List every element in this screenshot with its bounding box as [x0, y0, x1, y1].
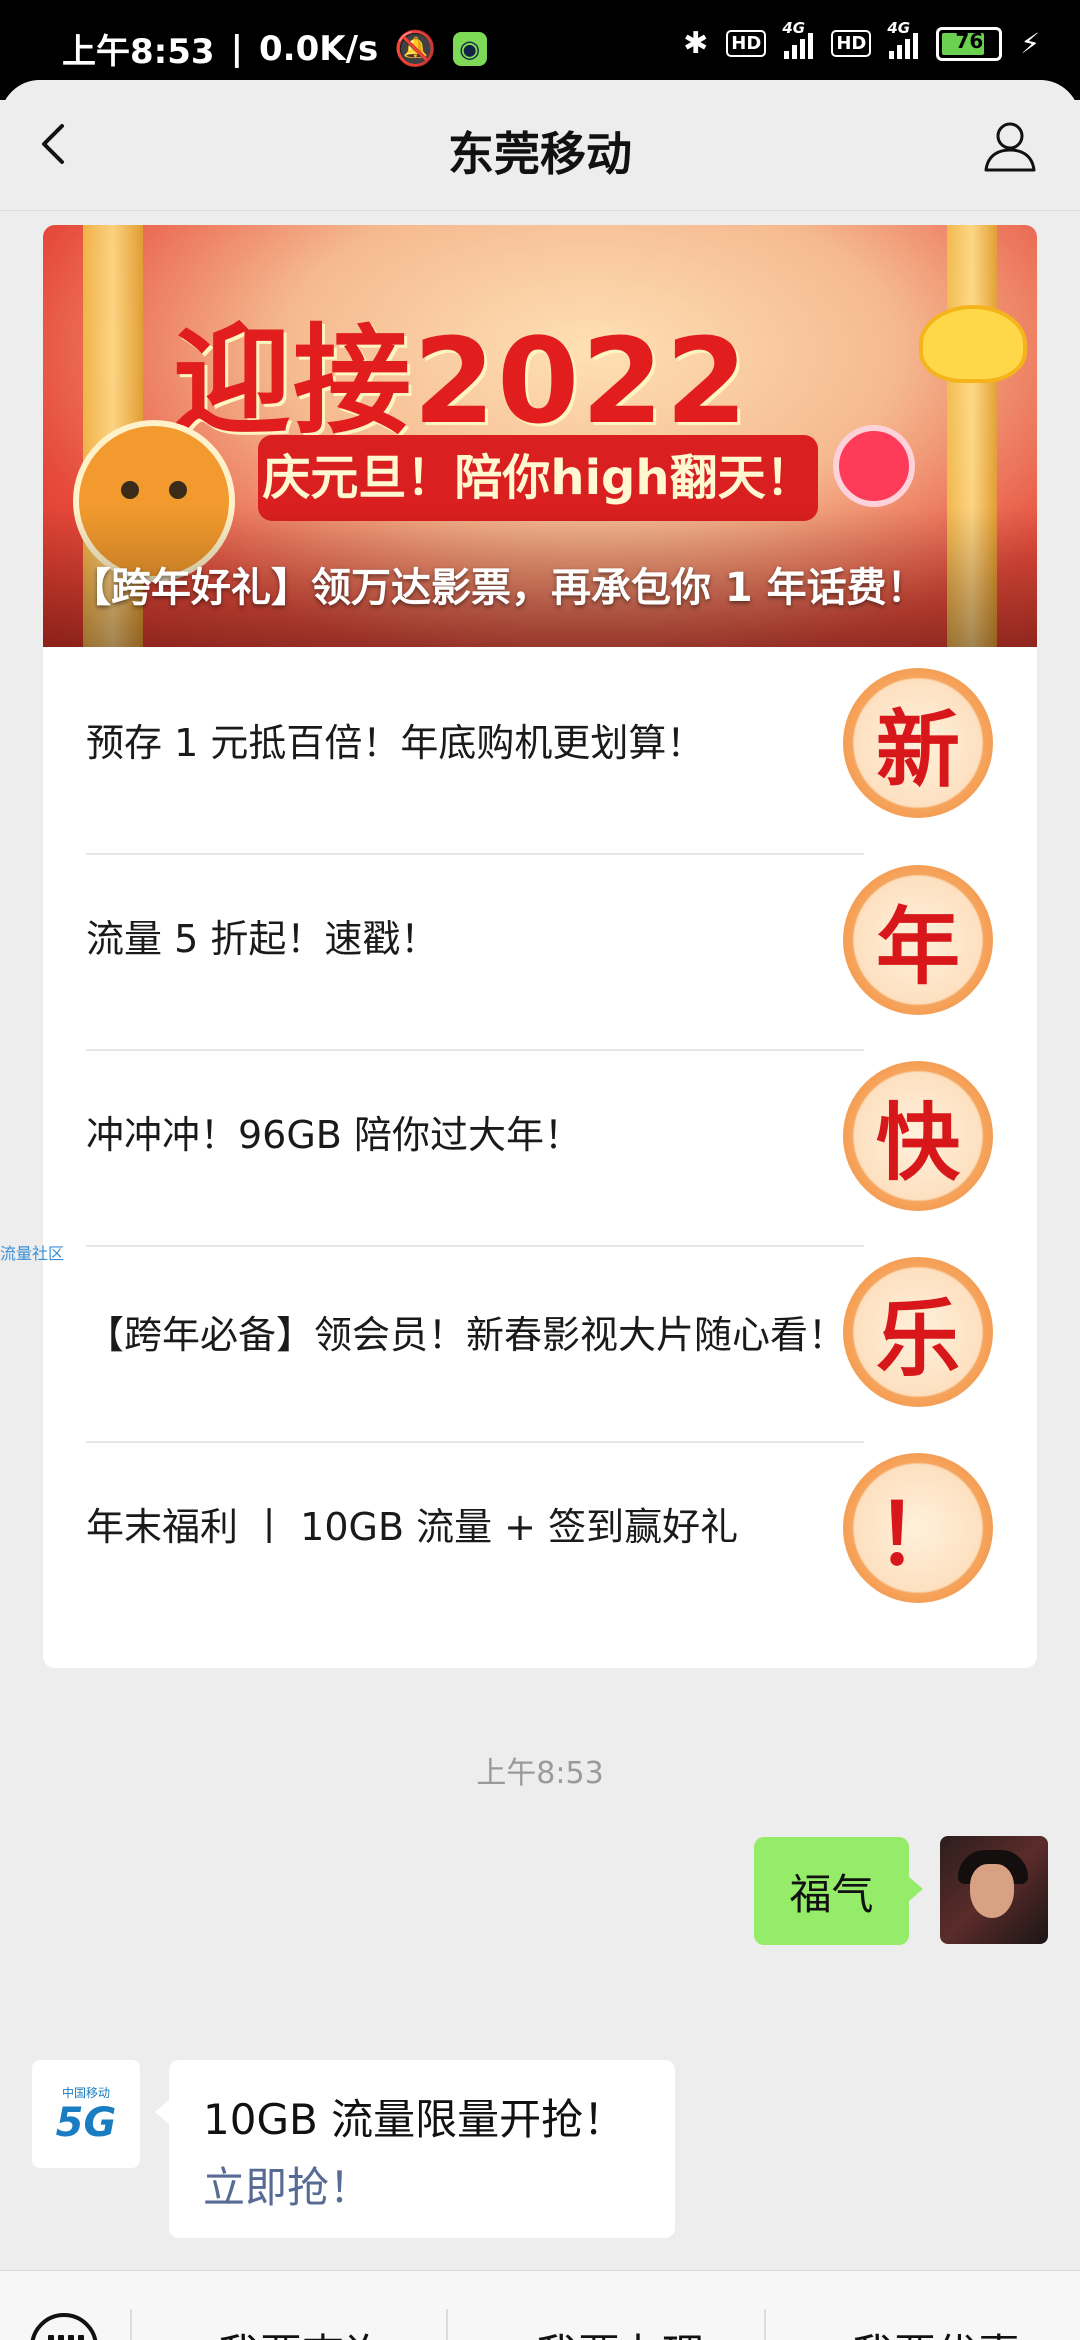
china-mobile-logo-icon: 中国移动 — [61, 2085, 110, 2100]
flower-icon — [833, 425, 915, 507]
bot-message-bubble: 10GB 流量限量开抢！ 立即抢！ — [155, 2060, 675, 2238]
banner-headline: 迎接2022 — [173, 312, 750, 450]
app-notification-icon: ◉ — [452, 31, 487, 66]
bottom-menu-bar: 我要查询 我要办理 我要优惠 — [0, 2270, 1080, 2340]
article-thumbnail: 乐 — [843, 1257, 993, 1407]
signal-icon: 4G — [782, 19, 814, 59]
my-avatar[interactable] — [940, 1836, 1048, 1944]
divider — [86, 1049, 864, 1051]
hd-badge: HD — [831, 30, 872, 57]
article-card: 迎接2022 庆元旦！陪你high翻天！ 【跨年好礼】领万达影票，再承包你 1 … — [43, 225, 1037, 1668]
page-title: 东莞移动 — [448, 127, 632, 181]
menu-offers[interactable]: 我要优惠 — [816, 2311, 1020, 2340]
article-link[interactable]: 【跨年必备】领会员！新春影视大片随心看！ — [86, 1265, 846, 1405]
grab-now-link[interactable]: 立即抢！ — [203, 2154, 371, 2215]
chat-header: 东莞移动 — [0, 80, 1080, 211]
article-thumbnail: 年 — [843, 865, 993, 1015]
banner-caption: 【跨年好礼】领万达影票，再承包你 1 年话费！ — [71, 565, 927, 611]
article-link[interactable]: 年末福利 丨 10GB 流量 + 签到赢好礼 — [86, 1467, 866, 1587]
side-floating-tag[interactable]: 流量社区 — [0, 1240, 64, 1264]
battery-icon: 76 — [936, 26, 1003, 61]
article-link[interactable]: 冲冲冲！96GB 陪你过大年！ — [86, 1075, 866, 1195]
hd-badge: HD — [726, 30, 767, 57]
status-speed: 0.0K/s — [259, 28, 379, 69]
charging-icon: ⚡ — [1020, 27, 1040, 60]
divider — [86, 1441, 864, 1443]
article-link[interactable]: 预存 1 元抵百倍！年底购机更划算！ — [86, 683, 866, 803]
status-left: 上午8:53 | 0.0K/s 🔕 ◉ — [62, 24, 487, 73]
divider — [86, 853, 864, 855]
article-banner[interactable]: 迎接2022 庆元旦！陪你high翻天！ 【跨年好礼】领万达影票，再承包你 1 … — [43, 225, 1037, 647]
menu-query[interactable]: 我要查询 — [182, 2311, 386, 2340]
chat-window: 东莞移动 迎接2022 庆元旦！陪你high翻天！ 【跨年好礼】领万达影票，再承… — [0, 80, 1080, 2340]
battery-level: 76 — [955, 28, 984, 53]
keyboard-icon[interactable] — [30, 2313, 98, 2340]
divider — [86, 1245, 864, 1247]
my-message-bubble[interactable]: 福气 — [754, 1837, 923, 1945]
5g-logo: 5G — [55, 2099, 117, 2146]
gold-ingot-icon — [919, 305, 1027, 383]
menu-handle[interactable]: 我要办理 — [500, 2311, 704, 2340]
profile-icon[interactable] — [980, 116, 1040, 176]
signal-icon: 4G — [887, 19, 919, 59]
bluetooth-icon: ✱ — [683, 26, 709, 61]
article-thumbnail: 新 — [843, 668, 993, 818]
status-right: ✱ HD 4G HD 4G 76 ⚡ — [683, 19, 1040, 62]
status-time: 上午8:53 — [62, 32, 215, 72]
mute-bell-icon: 🔕 — [394, 28, 437, 69]
article-thumbnail: 快 — [843, 1061, 993, 1211]
article-thumbnail: ！ — [843, 1453, 993, 1603]
official-account-avatar[interactable]: 中国移动 5G — [32, 2060, 140, 2168]
article-link[interactable]: 流量 5 折起！速戳！ — [86, 879, 866, 999]
bot-message-text: 10GB 流量限量开抢！ — [203, 2095, 626, 2144]
message-timestamp: 上午8:53 — [476, 1756, 604, 1791]
